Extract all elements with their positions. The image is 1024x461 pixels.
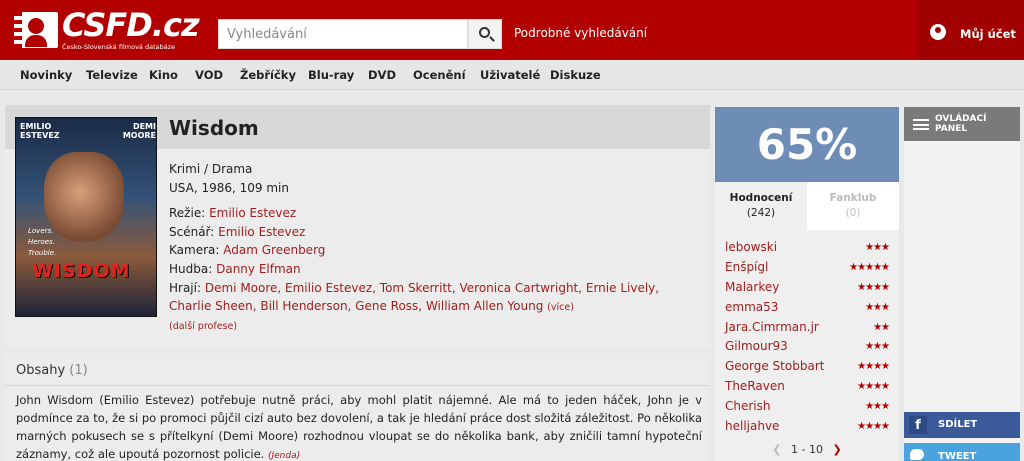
poster-name-right: DEMI MOORE bbox=[122, 122, 156, 140]
film-info-card: Wisdom EMILIO ESTEVEZ DEMI MOORE Lovers.… bbox=[5, 105, 710, 347]
advanced-search-link[interactable]: Podrobné vyhledávání bbox=[514, 26, 647, 40]
tab-fanclub[interactable]: Fanklub (0) bbox=[807, 182, 899, 230]
twitter-share-button[interactable]: TWEET bbox=[904, 443, 1020, 461]
plot-author-link[interactable]: (Jenda) bbox=[268, 451, 300, 461]
nav-item-zebricky[interactable]: Žebříčky bbox=[240, 68, 296, 82]
film-title: Wisdom bbox=[169, 116, 259, 140]
search-icon bbox=[479, 27, 490, 38]
rating-stars: ★★★ bbox=[865, 302, 890, 313]
logo-subtitle: Česko-Slovenská filmová databáze bbox=[62, 43, 176, 51]
rating-stars: ★★★ bbox=[865, 401, 890, 412]
facebook-icon: f bbox=[909, 416, 927, 434]
chevron-right-icon[interactable]: ❯ bbox=[832, 443, 841, 456]
writer-link[interactable]: Emilio Estevez bbox=[218, 225, 305, 239]
more-cast-link[interactable]: (více) bbox=[547, 302, 574, 313]
cast-row: Hrají: Demi Moore, Emilio Estevez, Tom S… bbox=[169, 281, 660, 313]
rating-row: George Stobbart ★★★★ bbox=[725, 359, 890, 379]
tab-ratings[interactable]: Hodnocení (242) bbox=[715, 182, 807, 230]
poster-name-left: EMILIO ESTEVEZ bbox=[20, 122, 60, 140]
ratings-pager: ❮ 1 - 10 ❯ bbox=[715, 443, 899, 456]
control-panel-button[interactable]: OVLÁDACÍ PANEL bbox=[904, 107, 1020, 141]
rating-row: emma53 ★★★ bbox=[725, 300, 890, 320]
my-account-button[interactable]: Můj účet bbox=[918, 0, 1024, 60]
csfd-logo[interactable]: CSFD.cz Česko-Slovenská filmová databáze bbox=[14, 6, 200, 52]
rating-stars: ★★★★ bbox=[857, 421, 890, 432]
nav-item-uzivatele[interactable]: Uživatelé bbox=[480, 68, 540, 82]
writer-row: Scénář: Emilio Estevez bbox=[169, 225, 306, 239]
menu-icon bbox=[913, 119, 929, 130]
rating-user-link[interactable]: Jara.Cimrman.jr bbox=[725, 320, 819, 334]
search-button[interactable] bbox=[468, 19, 502, 49]
poster-tagline: Lovers. Heroes. Trouble. bbox=[28, 227, 57, 258]
main-nav: Novinky Televize Kino VOD Žebříčky Blu-r… bbox=[0, 60, 1024, 90]
plot-count: (1) bbox=[69, 363, 88, 378]
music-row: Hudba: Danny Elfman bbox=[169, 262, 301, 276]
rating-stars: ★★★★ bbox=[857, 361, 890, 372]
nav-item-diskuze[interactable]: Diskuze bbox=[550, 68, 601, 82]
rating-stars: ★★★ bbox=[865, 341, 890, 352]
rating-stars: ★★★★ bbox=[857, 381, 890, 392]
rating-user-link[interactable]: emma53 bbox=[725, 300, 778, 314]
rating-row: Malarkey ★★★★ bbox=[725, 280, 890, 300]
camera-row: Kamera: Adam Greenberg bbox=[169, 243, 326, 257]
rating-row: Jara.Cimrman.jr ★★ bbox=[725, 320, 890, 340]
nav-item-kino[interactable]: Kino bbox=[149, 68, 178, 82]
pager-range: 1 - 10 bbox=[791, 443, 823, 456]
twitter-icon bbox=[910, 449, 924, 460]
film-poster[interactable]: EMILIO ESTEVEZ DEMI MOORE Lovers. Heroes… bbox=[15, 117, 157, 317]
rating-row: lebowski ★★★ bbox=[725, 240, 890, 260]
rating-row: Enšpígl ★★★★★ bbox=[725, 260, 890, 280]
camera-link[interactable]: Adam Greenberg bbox=[223, 243, 325, 257]
other-professions-link[interactable]: (další profese) bbox=[169, 321, 237, 332]
rating-stars: ★★★ bbox=[865, 242, 890, 253]
rating-user-link[interactable]: Cherish bbox=[725, 399, 771, 413]
rating-user-link[interactable]: Enšpígl bbox=[725, 260, 768, 274]
user-icon bbox=[930, 24, 946, 40]
logo-text: CSFD.cz bbox=[62, 6, 200, 44]
film-genre: Krimi / Drama bbox=[169, 162, 253, 176]
rating-row: helljahve ★★★★ bbox=[725, 419, 890, 439]
nav-item-dvd[interactable]: DVD bbox=[368, 68, 396, 82]
nav-item-oceneni[interactable]: Ocenění bbox=[413, 68, 466, 82]
rating-panel: 65% Hodnocení (242) Fanklub (0) lebowski… bbox=[715, 107, 899, 461]
plot-text: John Wisdom (Emilio Estevez) potřebuje n… bbox=[16, 393, 702, 461]
rating-user-link[interactable]: George Stobbart bbox=[725, 359, 824, 373]
plot-heading: Obsahy (1) bbox=[16, 363, 88, 378]
poster-title: WISDOM bbox=[32, 260, 131, 282]
facebook-share-button[interactable]: f SDÍLET bbox=[904, 412, 1020, 438]
nav-item-televize[interactable]: Televize bbox=[86, 68, 138, 82]
share-label: SDÍLET bbox=[938, 419, 978, 430]
search-input[interactable] bbox=[219, 20, 467, 48]
control-panel-label: OVLÁDACÍ PANEL bbox=[935, 114, 987, 134]
top-bar: CSFD.cz Česko-Slovenská filmová databáze… bbox=[0, 0, 1024, 60]
search-field-wrapper bbox=[218, 19, 468, 49]
rating-score: 65% bbox=[715, 107, 899, 182]
plot-card: Obsahy (1) John Wisdom (Emilio Estevez) … bbox=[5, 353, 710, 461]
rating-user-link[interactable]: lebowski bbox=[725, 240, 777, 254]
divider bbox=[5, 385, 710, 386]
rating-user-link[interactable]: Malarkey bbox=[725, 280, 779, 294]
rating-user-link[interactable]: helljahve bbox=[725, 419, 779, 433]
rating-row: Cherish ★★★ bbox=[725, 399, 890, 419]
my-account-label: Můj účet bbox=[960, 27, 1016, 41]
film-origin: USA, 1986, 109 min bbox=[169, 181, 289, 195]
rating-stars: ★★ bbox=[873, 322, 890, 333]
director-link[interactable]: Emilio Estevez bbox=[209, 206, 296, 220]
chevron-left-icon[interactable]: ❮ bbox=[772, 443, 781, 456]
tweet-label: TWEET bbox=[938, 451, 977, 461]
nav-item-novinky[interactable]: Novinky bbox=[20, 68, 72, 82]
nav-item-vod[interactable]: VOD bbox=[195, 68, 223, 82]
rating-stars: ★★★★ bbox=[857, 282, 890, 293]
rating-stars: ★★★★★ bbox=[849, 262, 890, 273]
music-link[interactable]: Danny Elfman bbox=[216, 262, 301, 276]
film-person-icon bbox=[14, 12, 58, 48]
rating-user-link[interactable]: TheRaven bbox=[725, 379, 785, 393]
rating-row: TheRaven ★★★★ bbox=[725, 379, 890, 399]
director-row: Režie: Emilio Estevez bbox=[169, 206, 297, 220]
rating-user-link[interactable]: Gilmour93 bbox=[725, 339, 788, 353]
nav-item-bluray[interactable]: Blu-ray bbox=[308, 68, 354, 82]
rating-row: Gilmour93 ★★★ bbox=[725, 339, 890, 359]
cast-links[interactable]: Demi Moore, Emilio Estevez, Tom Skerritt… bbox=[169, 281, 659, 313]
